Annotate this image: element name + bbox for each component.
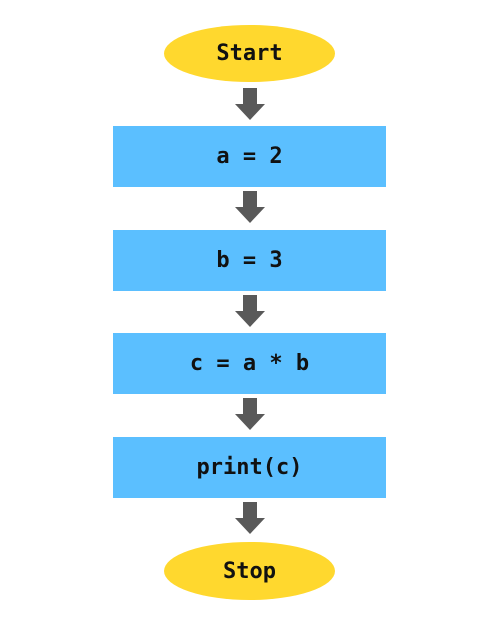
arrow-down-icon <box>235 295 265 327</box>
arrow-down-icon <box>235 191 265 223</box>
process-step: a = 2 <box>113 126 386 187</box>
process-step: c = a * b <box>113 333 386 394</box>
arrow-down-icon <box>235 88 265 120</box>
process-step: print(c) <box>113 437 386 498</box>
start-label: Start <box>216 41 283 66</box>
step-label: print(c) <box>196 455 303 480</box>
stop-node: Stop <box>164 542 335 600</box>
step-label: c = a * b <box>189 351 310 376</box>
process-step: b = 3 <box>113 230 386 291</box>
start-node: Start <box>164 25 335 82</box>
step-label: b = 3 <box>216 248 283 273</box>
arrow-down-icon <box>235 398 265 430</box>
arrow-down-icon <box>235 502 265 534</box>
step-label: a = 2 <box>216 144 283 169</box>
stop-label: Stop <box>223 558 276 584</box>
